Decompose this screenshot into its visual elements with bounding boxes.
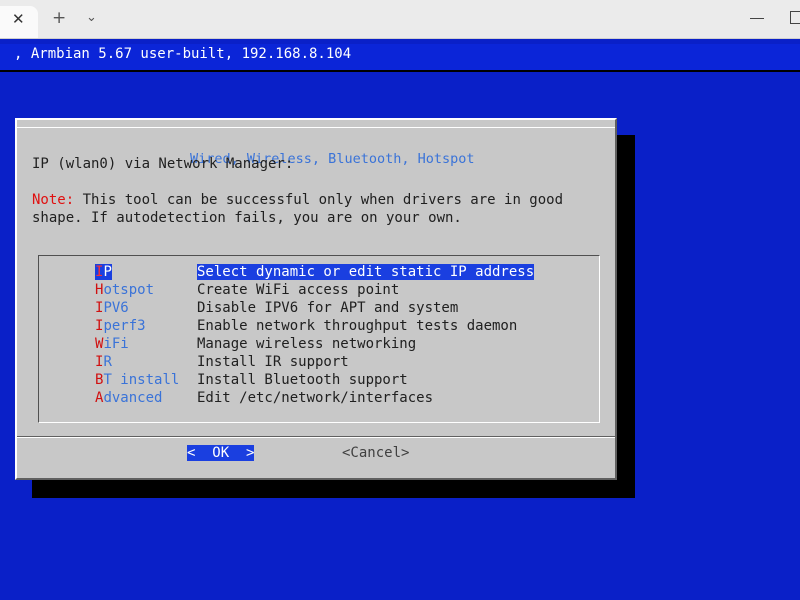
- menu-tag: Hotspot: [95, 282, 154, 298]
- close-tab-icon[interactable]: ✕: [12, 10, 25, 28]
- menu-item-hotspot[interactable]: Hotspot Create WiFi access point: [39, 282, 599, 300]
- menu-desc: Install Bluetooth support: [197, 372, 408, 388]
- menu-tag-rest: dvanced: [103, 390, 163, 406]
- menu-tag-rest: R: [103, 354, 112, 370]
- menu-item-ip[interactable]: IP Select dynamic or edit static IP addr…: [39, 264, 599, 282]
- terminal-tab[interactable]: ✕: [0, 6, 38, 38]
- ok-bracket-right: >: [246, 445, 255, 461]
- title-rule: [17, 127, 615, 128]
- terminal-status-line: , Armbian 5.67 user-built, 192.168.8.104: [0, 44, 800, 72]
- new-tab-icon[interactable]: +: [52, 8, 66, 28]
- cancel-button[interactable]: <Cancel>: [342, 445, 409, 461]
- menu-tag-rest: T install: [103, 372, 180, 388]
- minimize-icon[interactable]: [750, 18, 764, 19]
- menu-desc: Create WiFi access point: [197, 282, 400, 298]
- menu-tag-rest: P: [103, 264, 112, 280]
- ok-button[interactable]: < OK >: [187, 445, 255, 461]
- menu-tag: IPV6: [95, 300, 129, 316]
- menu-item-ipv6[interactable]: IPV6 Disable IPV6 for APT and system: [39, 300, 599, 318]
- menu-tag: BT install: [95, 372, 179, 388]
- menu-tag: IR: [95, 354, 112, 370]
- menu-tag-rest: PV6: [103, 300, 129, 316]
- dialog-title-bar: Wired, Wireless, Bluetooth, Hotspot: [17, 119, 615, 183]
- menu-tag-rest: otspot: [103, 282, 155, 298]
- menu-item-iperf3[interactable]: Iperf3 Enable network throughput tests d…: [39, 318, 599, 336]
- menu-desc: Install IR support: [197, 354, 349, 370]
- menu-desc: Select dynamic or edit static IP address: [197, 264, 535, 280]
- maximize-icon[interactable]: [790, 11, 800, 24]
- menu-item-bt-install[interactable]: BT install Install Bluetooth support: [39, 372, 599, 390]
- network-dialog: Wired, Wireless, Bluetooth, Hotspot IP (…: [15, 118, 617, 480]
- menu-tag-rest: perf3: [103, 318, 146, 334]
- note-line-2: shape. If autodetection fails, you are o…: [32, 210, 462, 226]
- ok-label: OK: [212, 445, 230, 461]
- note-line-1: Note: This tool can be successful only w…: [32, 192, 563, 208]
- tab-dropdown-icon[interactable]: ⌄: [86, 10, 97, 25]
- note-label: Note:: [32, 192, 75, 208]
- menu-item-ir[interactable]: IR Install IR support: [39, 354, 599, 372]
- menu-tag-rest: iFi: [103, 336, 129, 352]
- menu-tag: Advanced: [95, 390, 162, 406]
- menu-list: IP Select dynamic or edit static IP addr…: [38, 255, 600, 423]
- menu-desc: Manage wireless networking: [197, 336, 417, 352]
- menu-desc: Disable IPV6 for APT and system: [197, 300, 459, 316]
- button-divider: [17, 436, 615, 438]
- menu-tag: Iperf3: [95, 318, 146, 334]
- menu-item-wifi[interactable]: WiFi Manage wireless networking: [39, 336, 599, 354]
- menu-tag: IP: [95, 264, 112, 280]
- dialog-subtitle: IP (wlan0) via Network Manager:: [32, 156, 294, 172]
- menu-item-advanced[interactable]: Advanced Edit /etc/network/interfaces: [39, 390, 599, 408]
- menu-desc: Enable network throughput tests daemon: [197, 318, 518, 334]
- menu-tag: WiFi: [95, 336, 129, 352]
- browser-tab-bar: ✕ + ⌄: [0, 0, 800, 39]
- status-text: , Armbian 5.67 user-built, 192.168.8.104: [14, 46, 352, 62]
- menu-desc: Edit /etc/network/interfaces: [197, 390, 434, 406]
- note-text: This tool can be successful only when dr…: [74, 192, 564, 208]
